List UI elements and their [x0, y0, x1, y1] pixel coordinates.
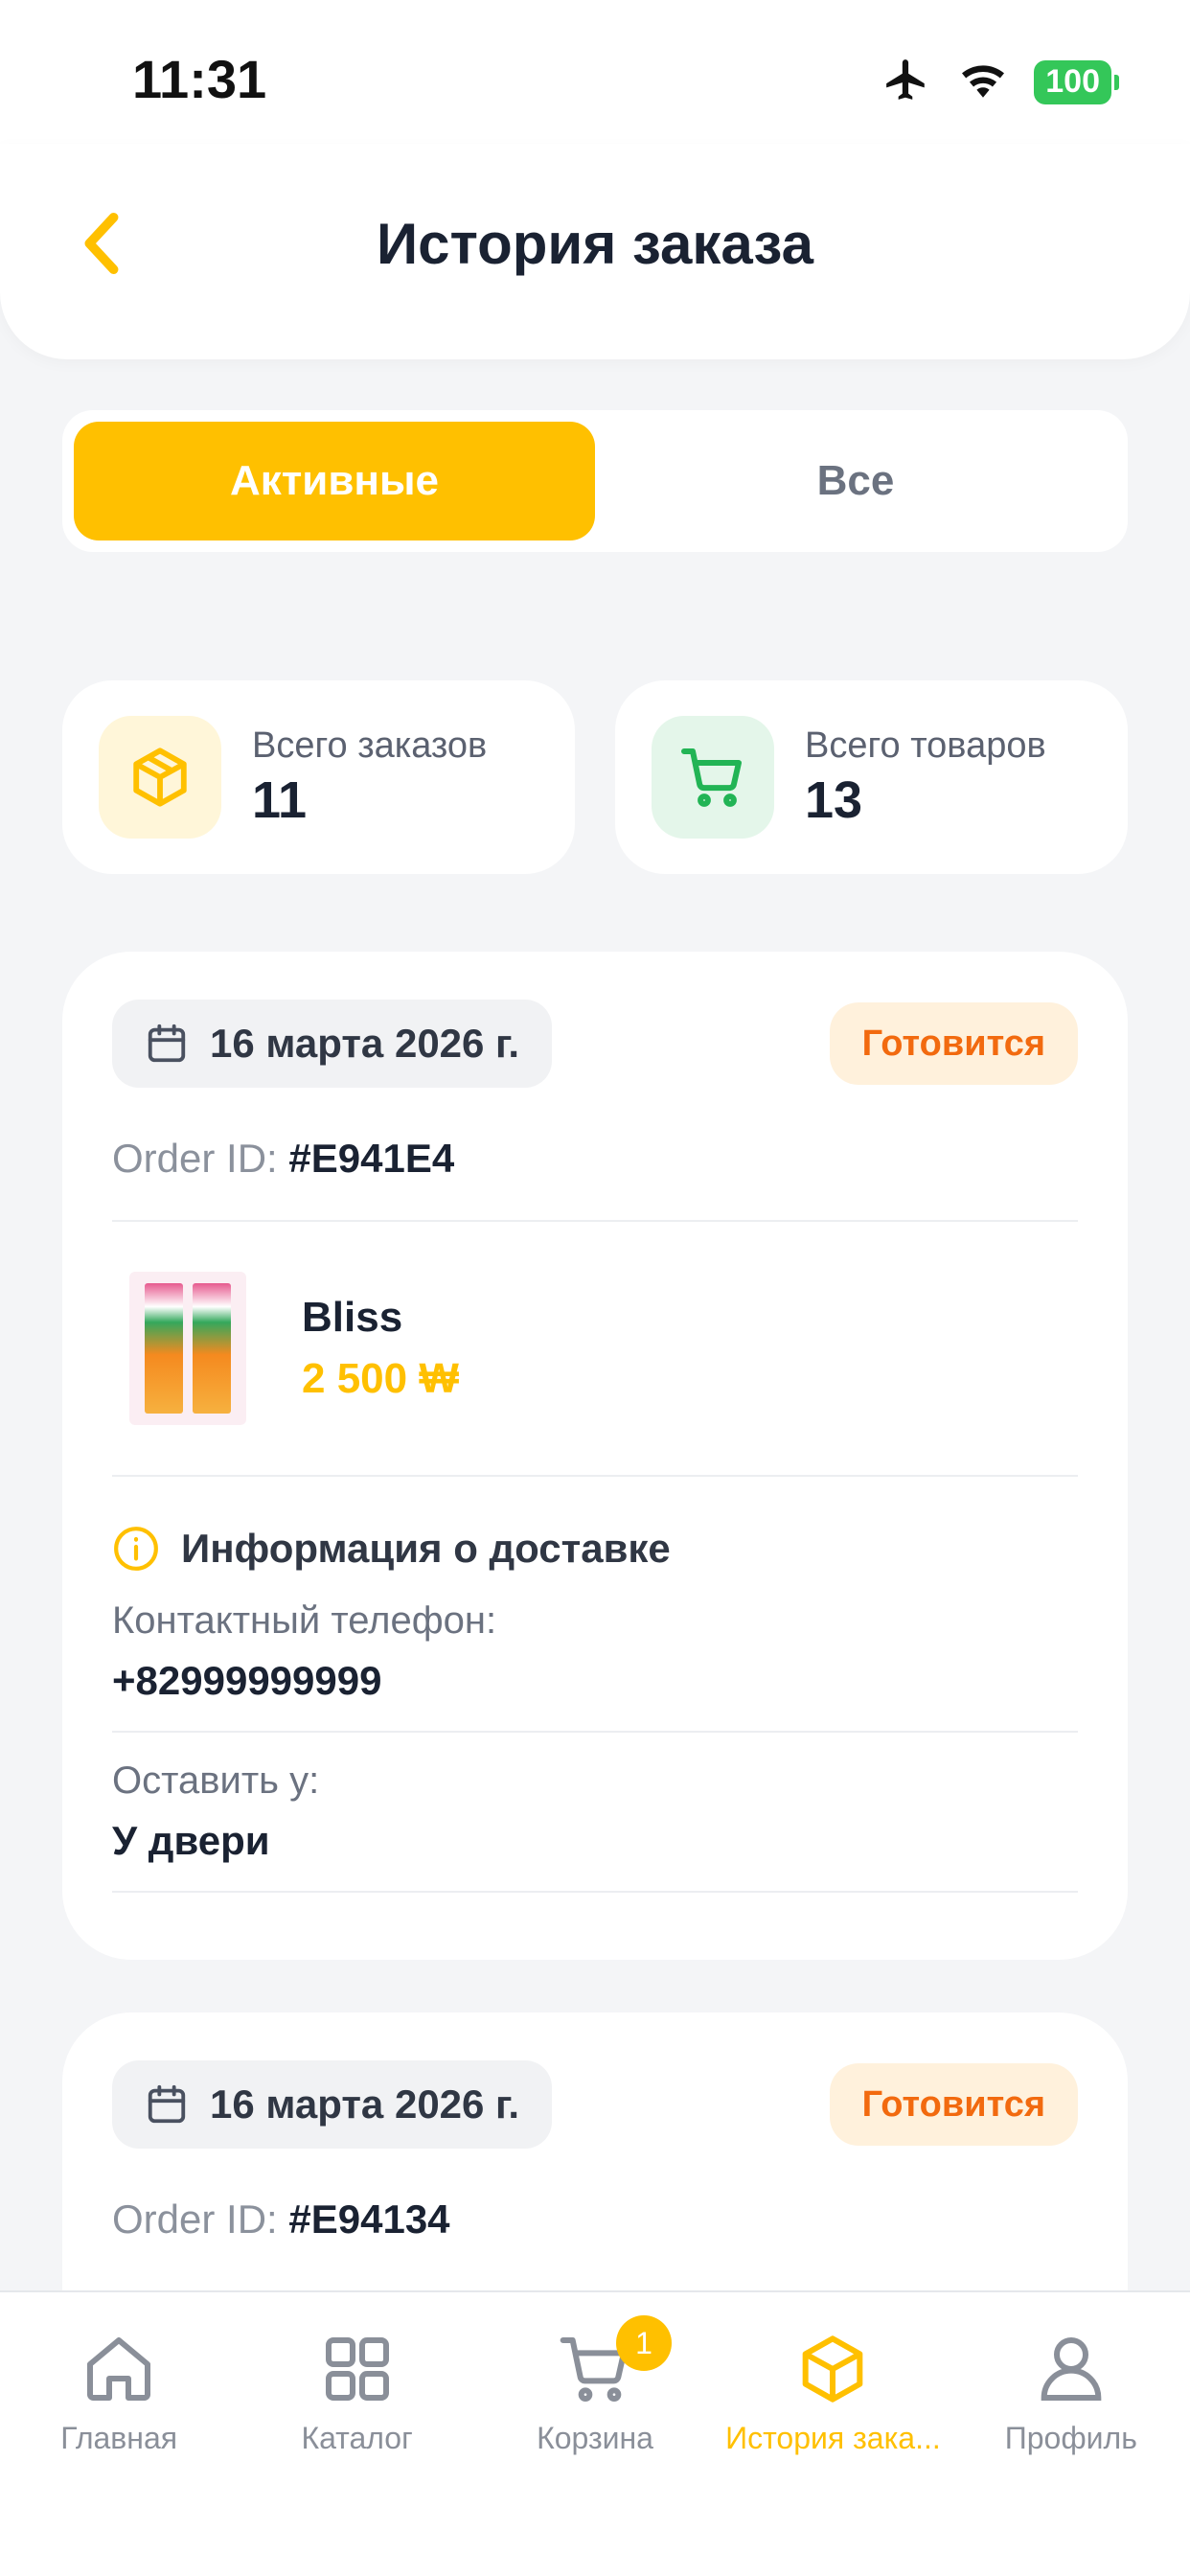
order-id-value: #E94134	[288, 2196, 450, 2242]
cart-icon	[652, 716, 774, 839]
order-date: 16 марта 2026 г.	[112, 2060, 553, 2149]
order-card[interactable]: 16 марта 2026 г. Готовится Order ID: #E9…	[62, 952, 1128, 1960]
status-badge: Готовится	[829, 2063, 1078, 2146]
tab-cart[interactable]: 1 Корзина	[476, 2292, 714, 2576]
order-date-text: 16 марта 2026 г.	[210, 1021, 520, 1066]
calendar-icon	[148, 2084, 186, 2124]
divider	[112, 1891, 1078, 1893]
order-id-value: #E941E4	[288, 1136, 455, 1181]
order-id-label: Order ID:	[112, 1136, 278, 1181]
tab-catalog-label: Каталог	[301, 2421, 413, 2455]
tab-history-label: История зака...	[725, 2421, 941, 2455]
total-items-label: Всего товаров	[805, 724, 1046, 766]
product-price: 2 500 ₩	[302, 1355, 459, 1402]
tab-active[interactable]: Активные	[74, 422, 595, 540]
airplane-icon	[881, 56, 932, 108]
total-orders-card: Всего заказов 11	[62, 680, 575, 874]
tab-catalog[interactable]: Каталог	[238, 2292, 475, 2576]
info-icon	[114, 1527, 158, 1571]
status-bar: 11:31 100	[0, 0, 1190, 144]
phone-label: Контактный телефон:	[112, 1599, 497, 1642]
box-icon	[99, 716, 221, 839]
phone-value: +82999999999	[112, 1658, 382, 1703]
leave-at-label: Оставить у:	[112, 1760, 320, 1802]
order-date: 16 марта 2026 г.	[112, 1000, 553, 1088]
status-badge: Готовится	[829, 1002, 1078, 1085]
leave-at-value: У двери	[112, 1818, 270, 1863]
product-image	[129, 1272, 246, 1425]
order-id-label: Order ID:	[112, 2196, 278, 2242]
tab-profile[interactable]: Профиль	[952, 2292, 1190, 2576]
delivery-info-title: Информация о доставке	[181, 1526, 671, 1571]
calendar-icon	[148, 1024, 186, 1063]
home-icon	[87, 2337, 151, 2401]
tab-home[interactable]: Главная	[0, 2292, 238, 2576]
tab-profile-label: Профиль	[1004, 2421, 1137, 2455]
status-time: 11:31	[132, 49, 267, 109]
bottom-tab-bar: Главная Каталог 1 Корзина История зака..…	[0, 2290, 1190, 2576]
page-title: История заказа	[377, 212, 813, 276]
total-items-card: Всего товаров 13	[615, 680, 1128, 874]
product-row[interactable]: Bliss 2 500 ₩	[112, 1222, 1078, 1475]
total-items-value: 13	[805, 770, 863, 829]
delivery-info-heading: Информация о доставке	[112, 1525, 1078, 1573]
tab-history[interactable]: История зака...	[714, 2292, 951, 2576]
divider	[112, 1731, 1078, 1733]
total-orders-value: 11	[252, 770, 308, 829]
order-filter-tabs: Активные Все	[62, 410, 1128, 552]
user-icon	[1041, 2337, 1102, 2401]
box-icon	[803, 2335, 863, 2403]
order-id: Order ID: #E941E4	[112, 1136, 1078, 1182]
order-id: Order ID: #E94134	[112, 2196, 1078, 2242]
grid-icon	[325, 2337, 389, 2401]
tab-cart-label: Корзина	[537, 2421, 653, 2455]
tab-home-label: Главная	[60, 2421, 178, 2455]
order-date-text: 16 марта 2026 г.	[210, 2082, 520, 2127]
total-orders-label: Всего заказов	[252, 724, 488, 766]
tab-all[interactable]: Все	[595, 422, 1116, 540]
battery-indicator: 100	[1034, 59, 1119, 104]
top-header: История заказа	[0, 144, 1190, 359]
product-name: Bliss	[302, 1294, 403, 1341]
divider	[112, 1475, 1078, 1477]
status-icons: 100	[881, 56, 1119, 108]
cart-count-badge: 1	[616, 2315, 673, 2371]
wifi-icon	[957, 58, 1009, 105]
